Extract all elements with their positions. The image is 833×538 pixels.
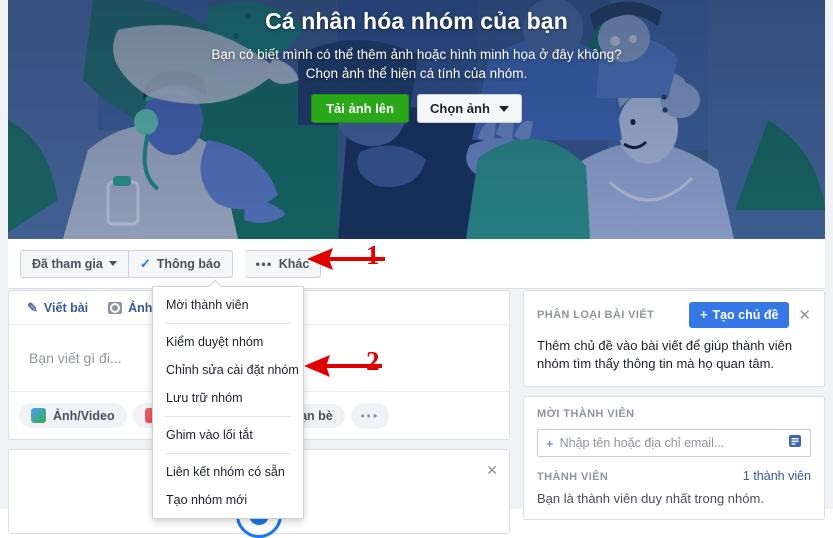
menu-item-link-existing-group[interactable]: Liên kết nhóm có sẵn (153, 458, 303, 486)
invite-members-panel: MỜI THÀNH VIÊN + Nhập tên hoặc địa chỉ e… (523, 396, 825, 520)
facebook-group-page: Cá nhân hóa nhóm của bạn Bạn có biết mìn… (0, 0, 833, 538)
invite-members-panel-body: MỜI THÀNH VIÊN + Nhập tên hoặc địa chỉ e… (524, 397, 824, 519)
more-label: Khác (278, 256, 310, 271)
menu-item-pin-to-shortcuts[interactable]: Ghim vào lối tắt (153, 421, 303, 449)
choose-photo-label: Chọn ảnh (429, 101, 490, 116)
main-content: ✎ Viết bài Ảnh Tệp ••• Khác (8, 290, 825, 538)
create-topic-label: Tạo chủ đề (712, 308, 779, 322)
close-icon[interactable]: ✕ (486, 462, 498, 479)
post-topics-header: PHÂN LOẠI BÀI VIẾT + Tạo chủ đề ✕ (537, 302, 811, 328)
post-topics-panel-body: PHÂN LOẠI BÀI VIẾT + Tạo chủ đề ✕ Thêm c… (524, 291, 824, 386)
joined-button[interactable]: Đã tham gia (20, 249, 129, 278)
plus-icon: + (700, 308, 708, 322)
group-cover-photo[interactable]: Cá nhân hóa nhóm của bạn Bạn có biết mìn… (8, 0, 825, 239)
tab-write-post[interactable]: ✎ Viết bài (17, 295, 98, 321)
post-topics-title: PHÂN LOẠI BÀI VIẾT (537, 309, 655, 321)
plus-icon: + (546, 435, 554, 451)
notifications-label: Thông báo (156, 256, 221, 271)
invite-members-title: MỜI THÀNH VIÊN (537, 408, 635, 420)
invite-placeholder: Nhập tên hoặc địa chỉ email... (559, 436, 725, 450)
post-topics-header-actions: + Tạo chủ đề ✕ (689, 302, 811, 328)
action-photo-video[interactable]: Ảnh/Video (19, 403, 127, 428)
cover-buttons: Tải ảnh lên Chọn ảnh (8, 94, 825, 123)
action-button-group: Đã tham gia ✓ Thông báo (20, 249, 233, 278)
chevron-down-icon (108, 261, 117, 266)
post-topics-description: Thêm chủ đề vào bài viết để giúp thành v… (537, 338, 793, 371)
composer-placeholder: Bạn viết gì đi... (29, 350, 122, 366)
members-row: THÀNH VIÊN 1 thành viên (537, 469, 811, 483)
cover-content: Cá nhân hóa nhóm của bạn Bạn có biết mìn… (8, 0, 825, 123)
menu-item-moderate-group[interactable]: Kiểm duyệt nhóm (153, 328, 303, 356)
camera-icon (108, 301, 123, 314)
check-icon: ✓ (139, 255, 151, 271)
notifications-button[interactable]: ✓ Thông báo (128, 249, 233, 278)
menu-item-edit-group-settings[interactable]: Chỉnh sửa cài đặt nhóm (153, 356, 303, 384)
chevron-down-icon (498, 105, 509, 112)
photo-icon (31, 408, 46, 423)
action-photo-video-label: Ảnh/Video (53, 408, 115, 423)
cover-subtitle-line2: Chọn ảnh thể hiện cá tính của nhóm. (305, 66, 528, 81)
joined-label: Đã tham gia (32, 256, 103, 271)
members-title: THÀNH VIÊN (537, 471, 609, 483)
composer-overflow-button[interactable]: ••• (350, 402, 389, 429)
annotation-number-1: 1 (366, 240, 380, 270)
members-count[interactable]: 1 thành viên (743, 469, 811, 483)
invite-input[interactable]: + Nhập tên hoặc địa chỉ email... (537, 429, 811, 457)
tab-photo-label: Ảnh (128, 300, 153, 315)
right-sidebar: PHÂN LOẠI BÀI VIẾT + Tạo chủ đề ✕ Thêm c… (523, 290, 825, 520)
cover-title: Cá nhân hóa nhóm của bạn (265, 8, 568, 34)
menu-divider (165, 323, 291, 324)
close-icon[interactable]: ✕ (798, 306, 811, 324)
more-dropdown-menu: Mời thành viên Kiểm duyệt nhóm Chỉnh sửa… (152, 286, 304, 519)
cover-subtitle: Bạn có biết mình có thể thêm ảnh hoặc hì… (8, 45, 825, 83)
annotation-number-2: 2 (366, 346, 380, 376)
post-topics-panel: PHÂN LOẠI BÀI VIẾT + Tạo chủ đề ✕ Thêm c… (523, 290, 825, 387)
invite-placeholder-wrap: + Nhập tên hoặc địa chỉ email... (546, 436, 724, 451)
members-note: Bạn là thành viên duy nhất trong nhóm. (537, 491, 764, 506)
group-action-bar: Đã tham gia ✓ Thông báo ••• Khác (8, 239, 825, 289)
tab-write-post-label: Viết bài (43, 300, 89, 315)
menu-arrow (207, 279, 223, 287)
menu-item-archive-group[interactable]: Lưu trữ nhóm (153, 384, 303, 412)
create-topic-button[interactable]: + Tạo chủ đề (689, 302, 790, 328)
menu-item-invite-members[interactable]: Mời thành viên (153, 291, 303, 319)
menu-item-create-new-group[interactable]: Tạo nhóm mới (153, 486, 303, 514)
upload-photo-button[interactable]: Tải ảnh lên (311, 94, 409, 123)
cover-subtitle-line1: Bạn có biết mình có thể thêm ảnh hoặc hì… (211, 47, 622, 62)
menu-divider (165, 416, 291, 417)
ellipsis-icon: ••• (255, 256, 273, 271)
contacts-icon[interactable] (788, 434, 802, 453)
pencil-icon: ✎ (27, 299, 38, 315)
menu-divider (165, 453, 291, 454)
more-button[interactable]: ••• Khác (244, 249, 322, 278)
choose-photo-button[interactable]: Chọn ảnh (416, 94, 522, 123)
